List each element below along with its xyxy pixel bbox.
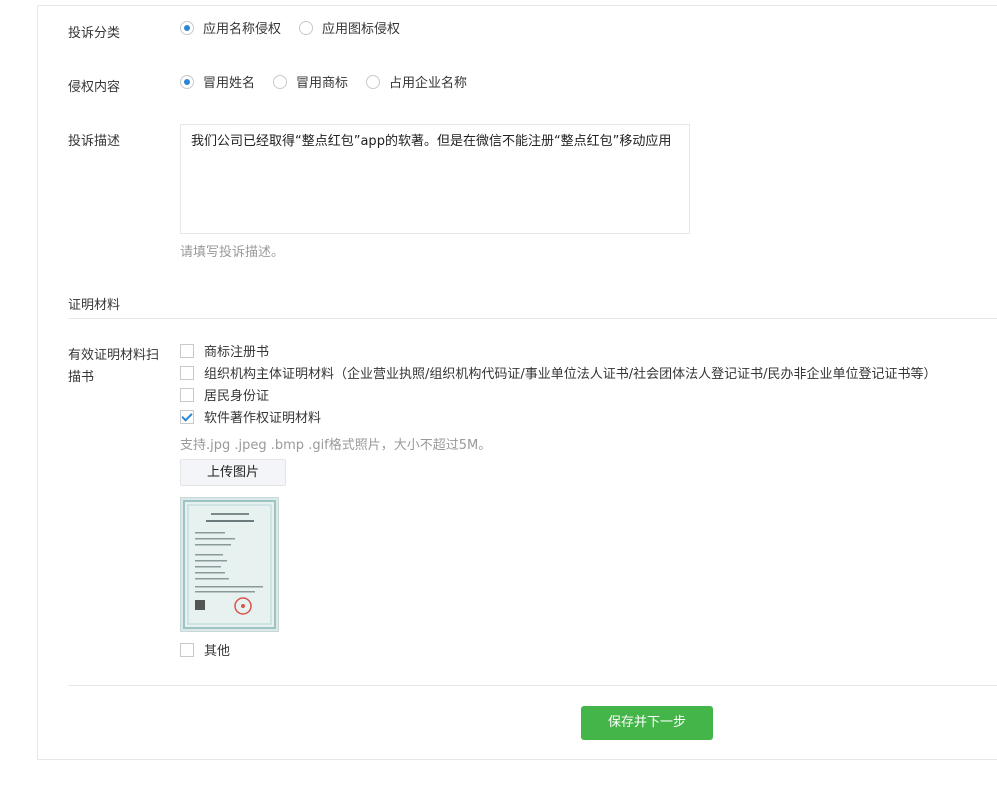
upload-image-button[interactable]: 上传图片 <box>180 459 286 486</box>
radio-icon[interactable] <box>366 74 381 89</box>
radio-selected-icon[interactable] <box>180 20 194 35</box>
evidence-option-id-card[interactable]: 居民身份证 <box>180 385 269 404</box>
infringement-label: 侵权内容 <box>68 80 121 95</box>
evidence-label-line2: 描书 <box>68 370 95 385</box>
section-divider <box>68 318 997 319</box>
checkbox-icon[interactable] <box>180 642 194 657</box>
uploaded-certificate-thumbnail[interactable] <box>180 497 279 632</box>
evidence-option-trademark[interactable]: 商标注册书 <box>180 341 269 360</box>
evidence-section-title: 证明材料 <box>68 298 121 313</box>
evidence-label-line1: 有效证明材料扫 <box>68 348 160 363</box>
save-and-next-button[interactable]: 保存并下一步 <box>581 706 713 740</box>
infringement-option-name[interactable]: 冒用姓名 <box>180 72 255 91</box>
infringement-option-trademark[interactable]: 冒用商标 <box>273 72 348 91</box>
infringement-radio-group: 冒用姓名 冒用商标 占用企业名称 <box>180 72 485 91</box>
description-hint: 请填写投诉描述。 <box>180 245 285 260</box>
footer-divider <box>68 685 997 686</box>
checkbox-icon[interactable] <box>180 387 194 402</box>
category-option-icon[interactable]: 应用图标侵权 <box>299 18 400 37</box>
category-option-name[interactable]: 应用名称侵权 <box>180 18 281 37</box>
infringement-option-company[interactable]: 占用企业名称 <box>366 72 467 91</box>
category-label: 投诉分类 <box>68 26 121 41</box>
evidence-option-software-copyright[interactable]: 软件著作权证明材料 <box>180 407 321 426</box>
description-label: 投诉描述 <box>68 134 121 149</box>
evidence-option-other[interactable]: 其他 <box>180 640 230 659</box>
category-radio-group: 应用名称侵权 应用图标侵权 <box>180 18 418 37</box>
evidence-hint: 支持.jpg .jpeg .bmp .gif格式照片，大小不超过5M。 <box>180 438 492 453</box>
radio-icon[interactable] <box>273 74 288 89</box>
evidence-option-organization[interactable]: 组织机构主体证明材料（企业营业执照/组织机构代码证/事业单位法人证书/社会团体法… <box>180 363 937 382</box>
description-textarea[interactable]: 我们公司已经取得“整点红包”app的软著。但是在微信不能注册“整点红包”移动应用 <box>180 124 690 234</box>
certificate-image-icon <box>183 500 276 629</box>
radio-icon[interactable] <box>299 20 314 35</box>
checkbox-icon[interactable] <box>180 343 194 358</box>
checkbox-icon[interactable] <box>180 365 194 380</box>
checkbox-checked-icon[interactable] <box>180 409 194 424</box>
radio-selected-icon[interactable] <box>180 74 194 89</box>
